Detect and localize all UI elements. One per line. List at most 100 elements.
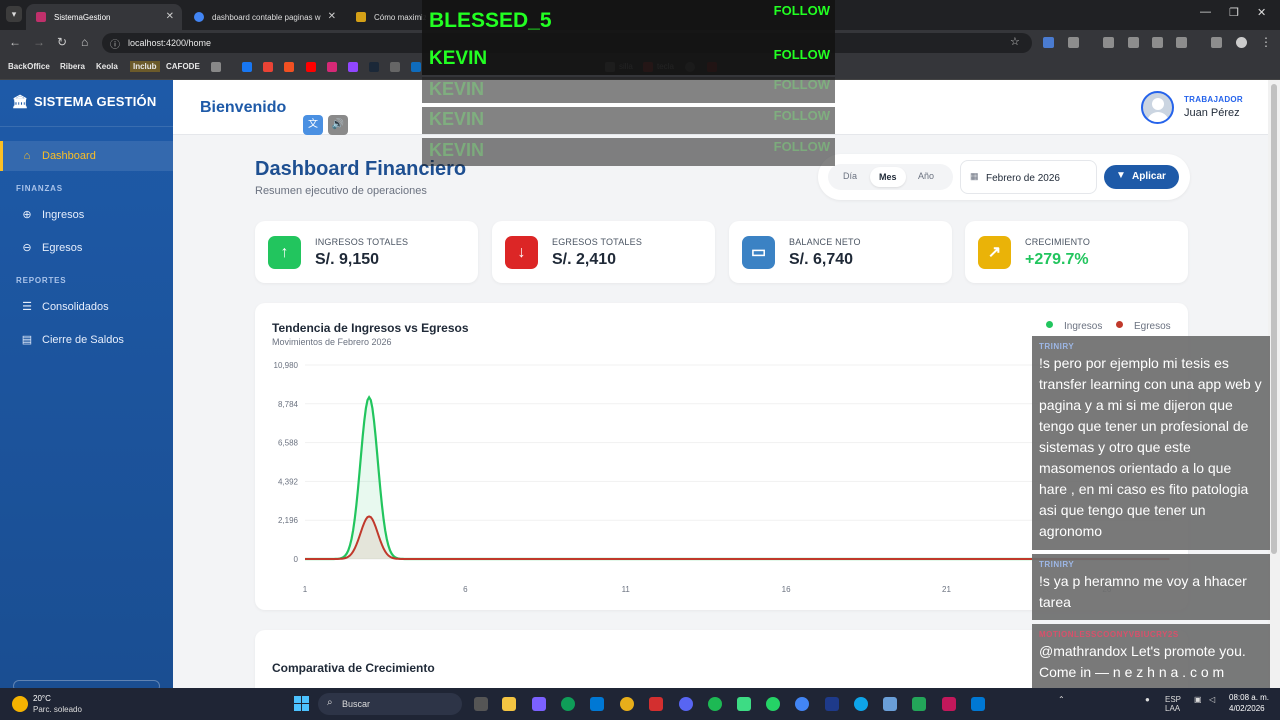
period-month-option[interactable]: Mes <box>870 167 906 187</box>
chat-username: MOTIONLESSCOONYVBIUCRY2S <box>1039 630 1179 639</box>
kpi-value: S/. 6,740 <box>789 251 854 268</box>
devtools-icon[interactable] <box>1152 37 1163 48</box>
twitch-icon[interactable] <box>348 62 358 72</box>
language-indicator[interactable]: ESP LAA <box>1165 695 1181 713</box>
discord-icon[interactable] <box>679 697 693 711</box>
mic-icon[interactable]: ● <box>1145 695 1150 704</box>
follow-label: FOLLOW <box>773 108 830 123</box>
tab-sistemagestion[interactable]: SistemaGestion ✕ <box>26 4 182 30</box>
bookmark-ribera[interactable]: Ribera <box>60 62 85 71</box>
bookmark-backoffice[interactable]: BackOffice <box>8 62 50 71</box>
bookmark-keola[interactable]: Keola <box>96 62 118 71</box>
y-tick-label: 0 <box>294 555 299 564</box>
taskbar-search[interactable]: ⌕ Buscar <box>318 693 462 715</box>
sidebar-item-label: Egresos <box>42 242 83 254</box>
windows-start-icon[interactable] <box>294 696 309 711</box>
chat-message: TRINIRY !s ya p heramno me voy a hhacer … <box>1032 554 1270 620</box>
globe-icon[interactable] <box>854 697 868 711</box>
page-favicon-icon <box>356 12 366 22</box>
menu-dots-icon[interactable]: ⋮ <box>1260 35 1272 49</box>
arrow-down-icon: ↓ <box>505 236 538 269</box>
tab-groups-icon[interactable] <box>1211 37 1222 48</box>
window-close-icon[interactable]: ✕ <box>1257 6 1266 19</box>
scrollbar-thumb[interactable] <box>1271 84 1277 554</box>
follower-name: KEVIN <box>429 109 485 129</box>
steam-icon[interactable] <box>369 62 379 72</box>
maximize-icon[interactable]: ❐ <box>1229 6 1239 19</box>
kpi-card-ingresos: ↑ INGRESOS TOTALES S/. 9,150 <box>255 221 478 283</box>
avatar[interactable] <box>1141 91 1174 124</box>
translate-page-icon[interactable] <box>1128 37 1139 48</box>
chrome-icon[interactable] <box>620 697 634 711</box>
volume-icon[interactable]: ◁ <box>1209 695 1215 704</box>
follow-label: FOLLOW <box>773 77 830 92</box>
x-tick-label: 6 <box>463 585 468 594</box>
reload-icon[interactable]: ↻ <box>57 35 67 49</box>
chrome-profile-icon[interactable] <box>795 697 809 711</box>
network-icon[interactable]: ▣ <box>1194 695 1202 704</box>
sidebar-item-dashboard[interactable]: ⌂ Dashboard <box>0 141 173 171</box>
vscode-icon[interactable] <box>912 697 926 711</box>
extensions-icon[interactable] <box>1068 37 1079 48</box>
user-role: TRABAJADOR <box>1184 95 1243 104</box>
whatsapp-icon[interactable] <box>766 697 780 711</box>
bookmark-star-icon[interactable]: ☆ <box>1010 35 1020 48</box>
copilot-icon[interactable] <box>532 697 546 711</box>
chat-message: TRINIRY !s pero por ejemplo mi tesis es … <box>1032 336 1270 550</box>
sidebar-item-consolidados[interactable]: ☰ Consolidados <box>0 292 173 322</box>
tab-label: dashboard contable paginas w <box>212 13 321 22</box>
microsoft-icon[interactable] <box>284 62 294 72</box>
apps-grid-icon[interactable] <box>211 62 221 72</box>
sidebar-footer[interactable] <box>13 680 160 688</box>
translate-ext-icon[interactable] <box>1043 37 1054 48</box>
sidebar-item-label: Consolidados <box>42 301 109 313</box>
avatar-body <box>1147 112 1169 122</box>
wps-icon[interactable] <box>649 697 663 711</box>
sidebar-item-egresos[interactable]: ⊖ Egresos <box>0 233 173 263</box>
home-icon[interactable]: ⌂ <box>81 35 88 49</box>
close-icon[interactable]: ✕ <box>166 11 174 22</box>
tray-chevron-icon[interactable]: ⌃ <box>1058 695 1065 704</box>
tab-search-icon[interactable]: ▾ <box>6 6 22 22</box>
period-day-option[interactable]: Día <box>843 171 857 181</box>
back-icon[interactable]: ← <box>9 35 21 49</box>
gmail-icon[interactable] <box>263 62 273 72</box>
tab-dashboard-contable[interactable]: dashboard contable paginas w ✕ <box>184 4 344 30</box>
clock-date[interactable]: 4/02/2026 <box>1229 704 1265 713</box>
plus-circle-icon: ⊕ <box>22 209 32 221</box>
apply-button[interactable]: ▼ Aplicar <box>1104 165 1179 189</box>
sidebar-item-cierre[interactable]: ▤ Cierre de Saldos <box>0 325 173 355</box>
date-picker[interactable]: ▦ Febrero de 2026 <box>960 160 1097 194</box>
store-icon[interactable] <box>590 697 604 711</box>
sidebar-item-ingresos[interactable]: ⊕ Ingresos <box>0 200 173 230</box>
speaker-icon[interactable]: 🔊 <box>328 115 348 135</box>
bookmark-cafode[interactable]: CAFODE <box>166 62 200 71</box>
ae-icon[interactable] <box>390 62 400 72</box>
facebook-icon[interactable] <box>242 62 252 72</box>
bookmark-icon[interactable] <box>411 62 421 72</box>
tab-como-maximiza[interactable]: Cómo maximiza <box>346 4 426 30</box>
instagram-icon[interactable] <box>327 62 337 72</box>
spotify-icon[interactable] <box>708 697 722 711</box>
clock-time[interactable]: 08:08 a. m. <box>1229 693 1269 702</box>
notepad-icon[interactable] <box>971 697 985 711</box>
minimize-icon[interactable]: — <box>1200 6 1211 18</box>
youtube-icon[interactable] <box>306 62 316 72</box>
car-ext-icon[interactable] <box>1103 37 1114 48</box>
translate-icon[interactable]: 文 <box>303 115 323 135</box>
app-icon[interactable] <box>737 697 751 711</box>
site-info-icon[interactable]: ⓘ <box>110 36 120 51</box>
edge-icon[interactable] <box>561 697 575 711</box>
period-year-option[interactable]: Año <box>918 171 934 181</box>
search-icon: ⌕ <box>327 697 333 708</box>
task-view-icon[interactable] <box>474 697 488 711</box>
webstorm-icon[interactable] <box>825 697 839 711</box>
forward-icon[interactable]: → <box>33 35 45 49</box>
history-icon[interactable] <box>1176 37 1187 48</box>
obs-icon[interactable] <box>942 697 956 711</box>
photos-icon[interactable] <box>883 697 897 711</box>
profile-icon[interactable] <box>1236 37 1247 48</box>
file-explorer-icon[interactable] <box>502 697 516 711</box>
close-icon[interactable]: ✕ <box>328 11 336 22</box>
bookmark-inclub[interactable]: Inclub <box>130 61 160 72</box>
